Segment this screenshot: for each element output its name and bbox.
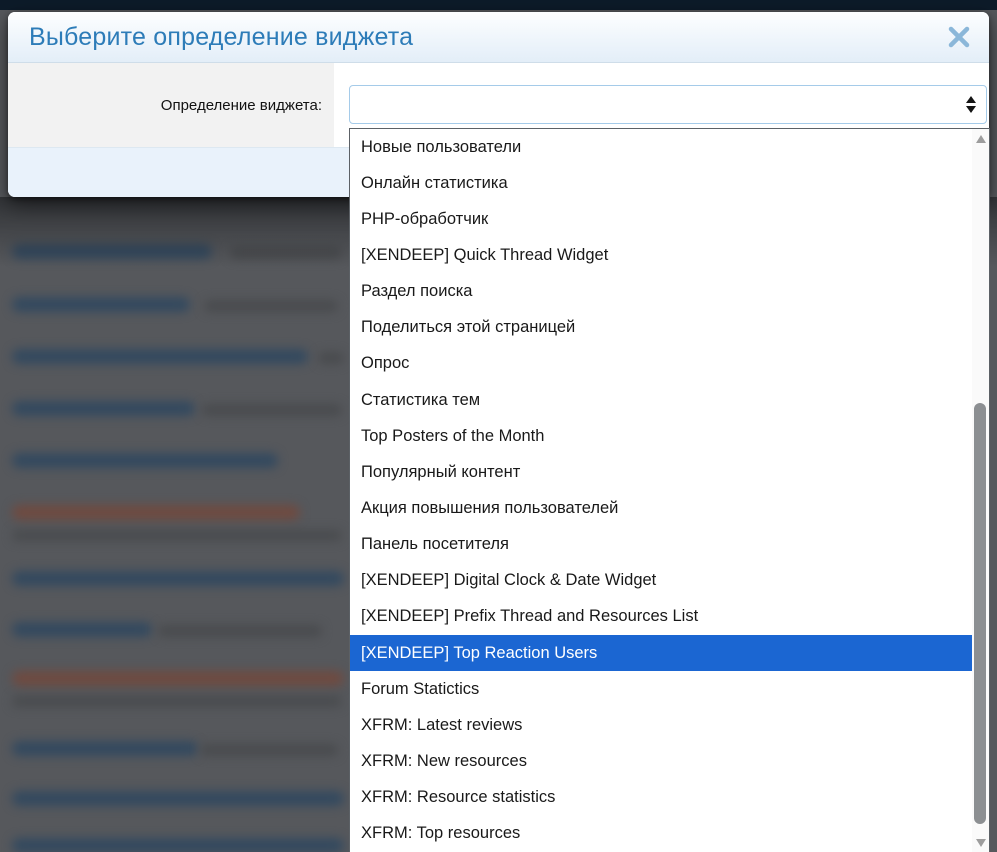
scrollbar-thumb[interactable] <box>974 403 986 824</box>
widget-definition-label: Определение виджета: <box>161 97 322 114</box>
dropdown-option[interactable]: Онлайн статистика <box>350 165 972 201</box>
dropdown-option[interactable]: Опрос <box>350 346 972 382</box>
dropdown-option[interactable]: Forum Statictics <box>350 671 972 707</box>
modal-title: Выберите определение виджета <box>8 23 413 52</box>
blurred-background-text <box>200 744 338 756</box>
blurred-background-text <box>318 352 344 364</box>
dropdown-option[interactable]: Поделиться этой страницей <box>350 310 972 346</box>
dropdown-option[interactable]: [XENDEEP] Digital Clock & Date Widget <box>350 563 972 599</box>
blurred-background-text <box>158 625 322 637</box>
modal-header: Выберите определение виджета <box>8 12 989 63</box>
widget-options-list: Новые пользователиОнлайн статистикаPHP-о… <box>350 129 972 852</box>
scroll-down-button[interactable] <box>972 835 989 851</box>
dropdown-option[interactable]: [XENDEEP] Prefix Thread and Resources Li… <box>350 599 972 635</box>
dropdown-option[interactable]: Статистика тем <box>350 382 972 418</box>
dropdown-option[interactable]: XFRM: New resources <box>350 743 972 779</box>
blurred-background-text <box>12 696 342 707</box>
dropdown-option[interactable]: [XENDEEP] Quick Thread Widget <box>350 237 972 273</box>
blurred-background-text <box>12 741 198 756</box>
dropdown-option[interactable]: XFRM: Top resources <box>350 816 972 852</box>
dropdown-scrollbar[interactable] <box>972 129 989 852</box>
blurred-background-text <box>202 404 342 416</box>
dropdown-option[interactable]: Top Posters of the Month <box>350 418 972 454</box>
scroll-up-icon <box>976 135 986 143</box>
dropdown-option[interactable]: Новые пользователи <box>350 129 972 165</box>
blurred-background-text <box>12 401 195 416</box>
blurred-background-text <box>230 247 342 259</box>
widget-definition-select[interactable] <box>349 85 987 124</box>
blurred-background-text <box>12 505 300 520</box>
dropdown-option[interactable]: XFRM: Latest reviews <box>350 707 972 743</box>
screen: Выберите определение виджета Определение… <box>0 0 997 852</box>
dropdown-option[interactable]: PHP-обработчик <box>350 201 972 237</box>
widget-definition-listbox: Новые пользователиОнлайн статистикаPHP-о… <box>349 128 990 852</box>
dropdown-option[interactable]: Акция повышения пользователей <box>350 490 972 526</box>
page-header-strip <box>0 0 997 10</box>
blurred-background-text <box>12 791 344 806</box>
blurred-background-text <box>12 838 344 852</box>
blurred-background-text <box>12 571 344 586</box>
dropdown-option[interactable]: Раздел поиска <box>350 274 972 310</box>
blurred-background-text <box>12 530 342 541</box>
blurred-background-text <box>12 671 344 686</box>
scroll-down-icon <box>976 839 986 847</box>
blurred-background-text <box>12 244 212 259</box>
close-button[interactable] <box>945 23 973 51</box>
scroll-up-button[interactable] <box>972 131 989 147</box>
dropdown-option[interactable]: XFRM: Resource statistics <box>350 780 972 816</box>
blurred-background-text <box>12 297 190 312</box>
dropdown-option[interactable]: Популярный контент <box>350 454 972 490</box>
blurred-background-text <box>12 622 152 637</box>
close-icon <box>947 25 971 49</box>
blurred-background-text <box>12 349 308 364</box>
blurred-background-text <box>204 300 338 312</box>
blurred-background-text <box>12 453 278 468</box>
select-spinner-icon <box>966 96 976 113</box>
dropdown-option-selected[interactable]: [XENDEEP] Top Reaction Users <box>350 635 972 671</box>
form-label-cell: Определение виджета: <box>8 63 334 148</box>
dropdown-option[interactable]: Панель посетителя <box>350 527 972 563</box>
